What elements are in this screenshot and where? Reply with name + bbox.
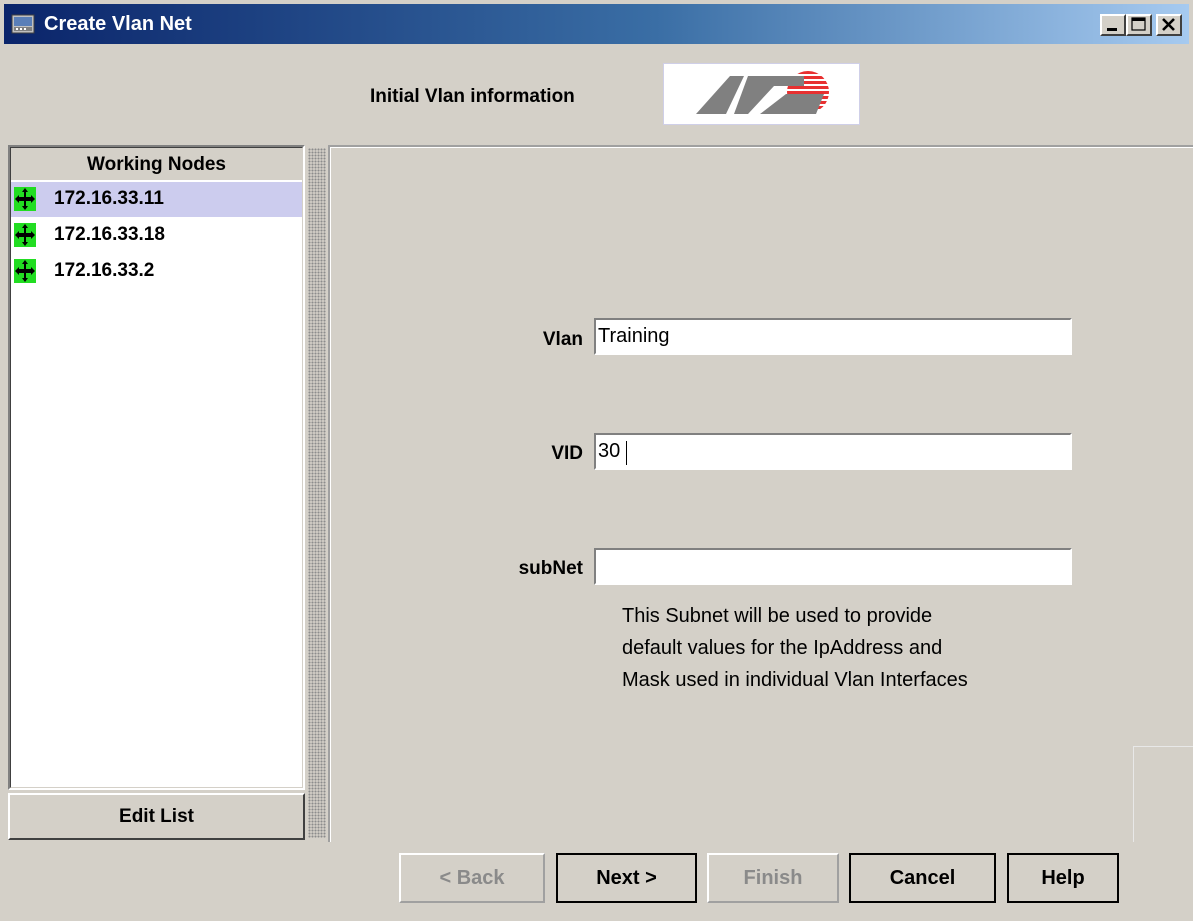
page-title: Initial Vlan information (370, 86, 575, 107)
help-line: Mask used in individual Vlan Interfaces (622, 669, 968, 691)
subnet-input[interactable] (594, 548, 1072, 585)
edit-list-button[interactable]: Edit List (8, 793, 305, 840)
minimize-icon (1107, 28, 1117, 31)
node-list-item[interactable]: 172.16.33.18 (11, 218, 302, 253)
maximize-icon (1131, 17, 1146, 31)
vlan-form-panel (328, 145, 1193, 842)
vlan-name-input[interactable] (594, 318, 1072, 355)
vid-input[interactable] (594, 433, 1072, 470)
allied-telesyn-logo-icon (696, 71, 829, 114)
app-window-icon (11, 14, 35, 34)
help-button[interactable]: Help (1007, 853, 1119, 903)
switch-node-icon (14, 259, 36, 283)
panel-splitter[interactable] (308, 148, 326, 838)
switch-node-icon (14, 187, 36, 211)
cancel-button[interactable]: Cancel (849, 853, 996, 903)
corner-panel (1133, 746, 1193, 842)
subnet-help-text: This Subnet will be used to provide defa… (622, 600, 1092, 696)
minimize-button[interactable] (1100, 14, 1126, 36)
subnet-label: subNet (518, 558, 583, 579)
finish-button[interactable]: Finish (707, 853, 839, 903)
close-button[interactable] (1156, 14, 1182, 36)
create-vlan-net-window: Create Vlan Net Initial Vlan information (0, 0, 1193, 921)
working-nodes-header: Working Nodes (11, 148, 302, 180)
working-nodes-panel: Working Nodes 172.16.33.11 172.16.33.18 … (8, 145, 305, 790)
help-line: This Subnet will be used to provide (622, 605, 933, 627)
node-label: 172.16.33.11 (54, 188, 164, 209)
title-bar[interactable]: Create Vlan Net (4, 4, 1189, 44)
vid-label: VID (551, 443, 583, 464)
node-label: 172.16.33.2 (54, 260, 155, 281)
text-cursor (626, 441, 627, 465)
close-icon (1162, 18, 1175, 31)
window-title: Create Vlan Net (44, 13, 192, 35)
switch-node-icon (14, 223, 36, 247)
back-button[interactable]: < Back (399, 853, 545, 903)
node-list-item[interactable]: 172.16.33.2 (11, 254, 302, 289)
help-line: default values for the IpAddress and (622, 637, 943, 659)
node-label: 172.16.33.18 (54, 224, 165, 245)
company-logo (663, 63, 860, 125)
maximize-button[interactable] (1126, 14, 1152, 36)
next-button[interactable]: Next > (556, 853, 697, 903)
node-list-item[interactable]: 172.16.33.11 (11, 182, 302, 217)
vlan-label: Vlan (542, 329, 583, 350)
